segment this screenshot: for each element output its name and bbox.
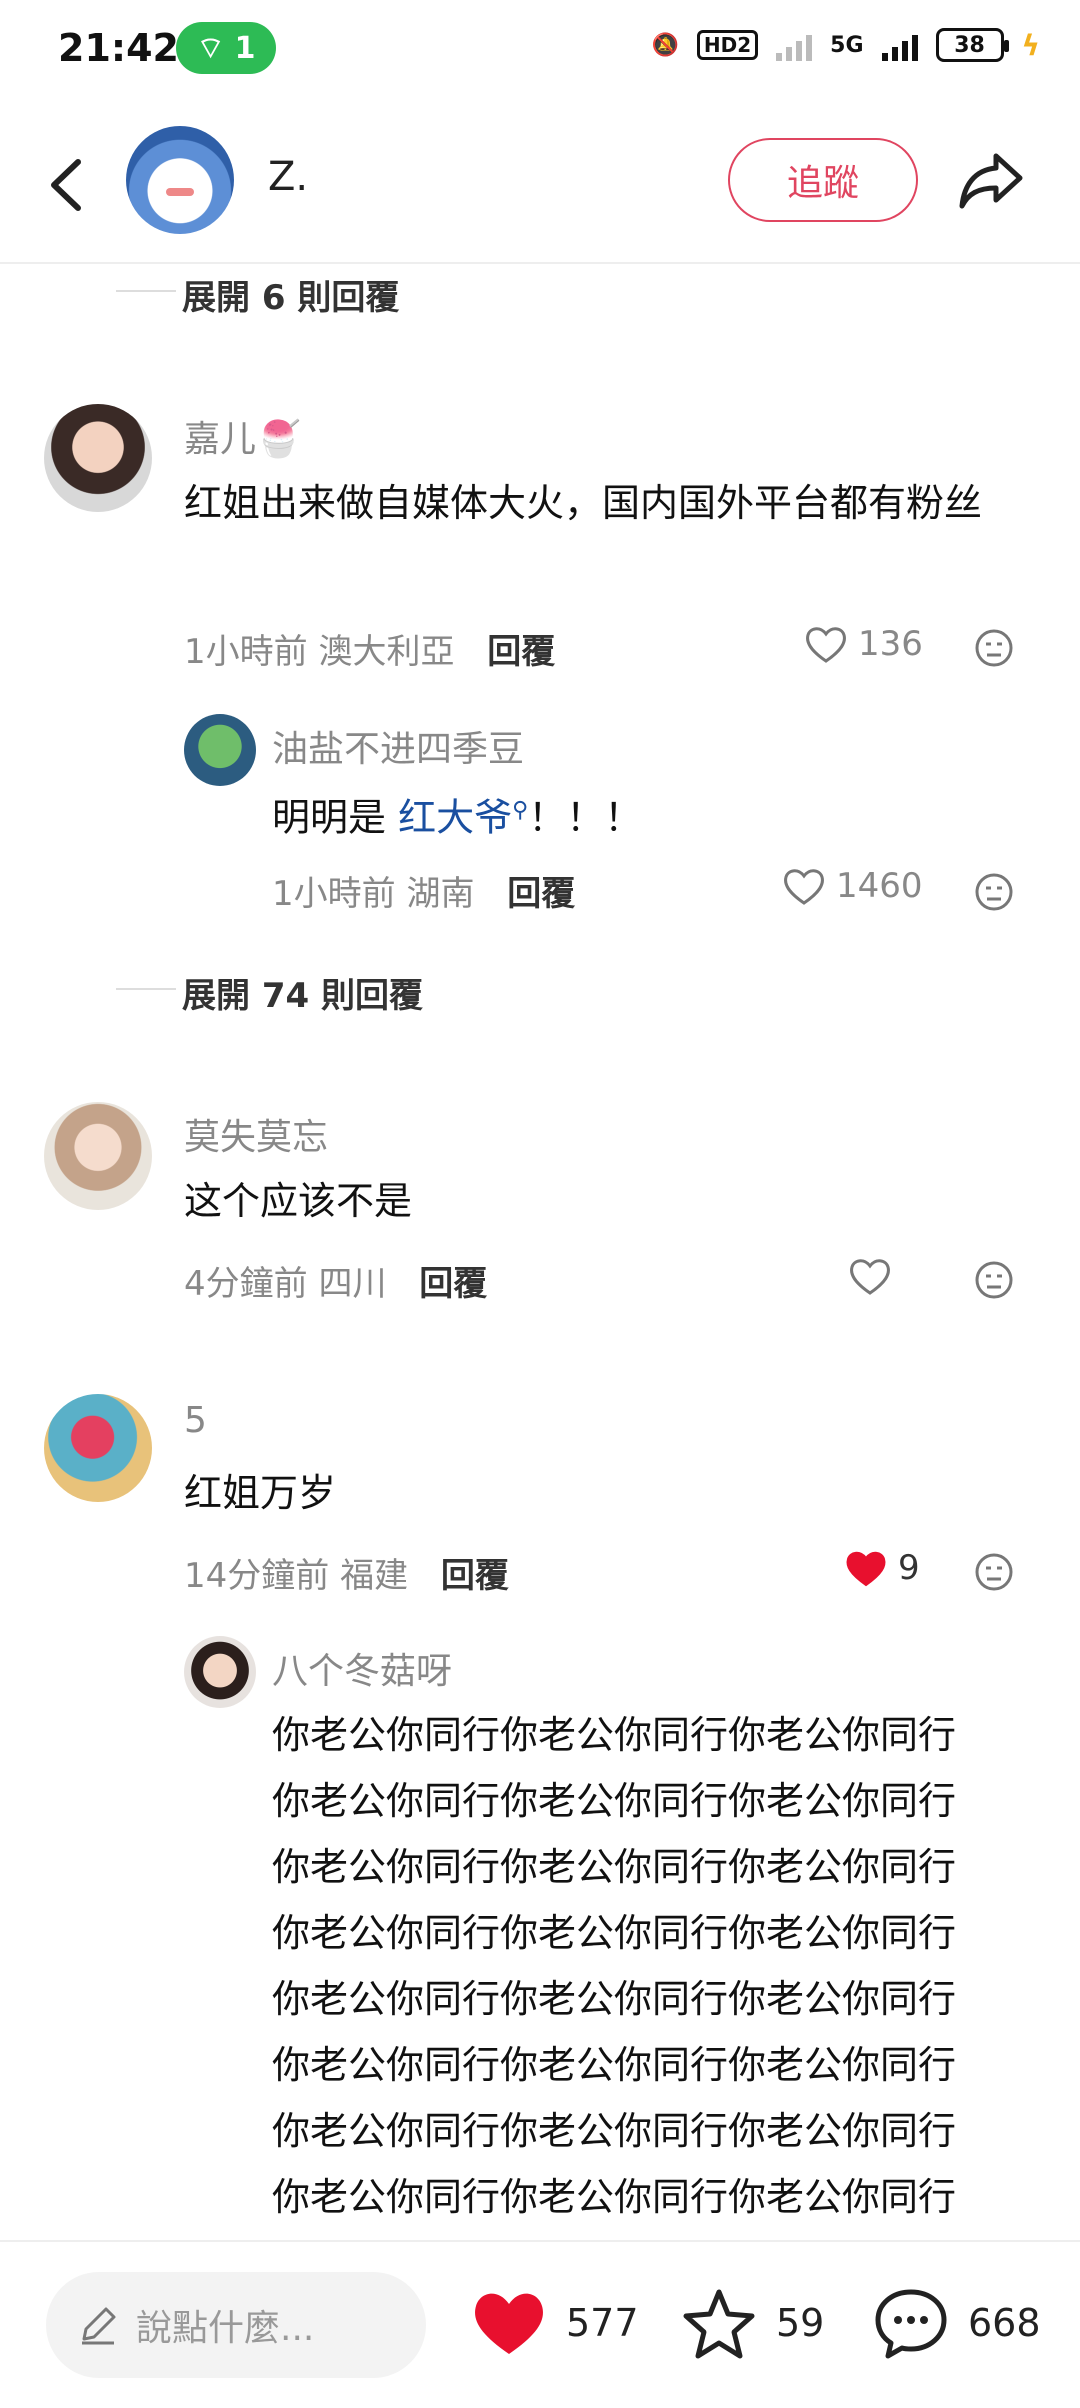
like-button[interactable]: 136 — [804, 624, 923, 664]
reply-location: 湖南 — [406, 874, 475, 914]
charging-icon: ϟ — [1021, 28, 1040, 62]
reply-text-line: 你老公你同行你老公你同行你老公你同行 — [272, 1911, 957, 1955]
heart-filled-icon — [846, 1551, 886, 1587]
comment-meta: 1小時前 澳大利亞 回覆 — [184, 624, 555, 673]
post-favorite-count: 59 — [776, 2301, 825, 2345]
comment-location: 福建 — [340, 1556, 409, 1596]
author-name[interactable]: Z. — [268, 154, 308, 200]
heart-outline-icon — [784, 869, 824, 905]
heart-outline-icon — [806, 627, 846, 663]
hd-badge: HD2 — [696, 30, 759, 60]
network-label: 5G — [830, 32, 864, 58]
reply-text[interactable]: 明明是 红大爷⚲！！！ — [272, 778, 642, 851]
star-outline-icon — [683, 2289, 755, 2359]
reply-meta: 1小時前 湖南 回覆 — [272, 866, 575, 915]
reply-button[interactable]: 回覆 — [487, 632, 555, 672]
comment-input[interactable]: 說點什麼... — [46, 2272, 426, 2378]
commenter-avatar[interactable] — [44, 1394, 152, 1502]
expand-replies-button[interactable]: 展開 74 則回覆 — [116, 968, 423, 1017]
comment-meta: 4分鐘前 四川 回覆 — [184, 1256, 487, 1305]
comment-location: 四川 — [318, 1264, 387, 1304]
replier-name[interactable]: 八个冬菇呀 — [272, 1642, 452, 1694]
reply-text-line: 你老公你同行你老公你同行你老公你同行 — [272, 1845, 957, 1889]
commenter-name[interactable]: 莫失莫忘 — [184, 1108, 328, 1160]
post-comment-count: 668 — [968, 2301, 1041, 2345]
commenter-avatar[interactable] — [44, 1102, 152, 1210]
comment-meta: 14分鐘前 福建 回覆 — [184, 1548, 509, 1597]
hashtag-link[interactable]: 红大爷 — [398, 796, 512, 840]
post-comment-button[interactable]: 668 — [872, 2286, 1041, 2360]
expand-replies-label: 展開 74 則回覆 — [182, 976, 423, 1016]
comment-input-placeholder: 說點什麼... — [136, 2308, 315, 2349]
battery-icon: 38 — [935, 28, 1009, 62]
dislike-face-icon[interactable] — [974, 1552, 1014, 1592]
status-bar: 21:42 ⌔ 1 🔕 HD2 5G 38 ϟ — [0, 0, 1080, 100]
post-favorite-button[interactable]: 59 — [680, 2286, 824, 2360]
reply-text-line: 你老公你同行你老公你同行你老公你同行 — [272, 2109, 957, 2153]
like-count: 136 — [858, 624, 923, 664]
dislike-face-icon[interactable] — [974, 872, 1014, 912]
hotspot-badge: ⌔ 1 — [176, 22, 276, 74]
commenter-name[interactable]: 5 — [184, 1400, 207, 1441]
dislike-face-icon[interactable] — [974, 1260, 1014, 1300]
back-arrow-icon[interactable] — [38, 150, 98, 220]
heart-outline-icon — [850, 1259, 890, 1295]
mute-bell-icon: 🔕 — [651, 32, 679, 58]
status-icons: 🔕 HD2 5G 38 ϟ — [651, 28, 1040, 62]
reply-button[interactable]: 回覆 — [441, 1556, 509, 1596]
comment-bubble-icon — [875, 2289, 947, 2359]
reply-text-prefix: 明明是 — [272, 795, 399, 840]
reply-text-line: 你老公你同行你老公你同行你老公你同行 — [272, 1977, 957, 2021]
reply-text-line: 你老公你同行你老公你同行你老公你同行 — [272, 1713, 957, 1757]
reply-time: 1小時前 — [272, 874, 396, 914]
status-time: 21:42 — [58, 26, 179, 70]
author-avatar[interactable] — [126, 126, 234, 234]
like-count: 1460 — [836, 866, 923, 906]
post-like-count: 577 — [566, 2301, 639, 2345]
pencil-icon — [82, 2307, 116, 2345]
reply-text-suffix: ！！！ — [528, 795, 643, 840]
expand-replies-button[interactable]: 展開 6 則回覆 — [115, 270, 400, 319]
comment-text[interactable]: 红姐万岁 — [184, 1460, 336, 1526]
search-icon: ⚲ — [512, 798, 529, 823]
post-like-button[interactable]: 577 — [470, 2286, 639, 2360]
heart-filled-icon — [475, 2293, 543, 2354]
reply-text[interactable]: 你老公你同行你老公你同行你老公你同行 你老公你同行你老公你同行你老公你同行 你老… — [272, 1702, 956, 2230]
post-header: Z. 追蹤 — [0, 110, 1080, 264]
comment-time: 4分鐘前 — [184, 1264, 308, 1304]
reply-button[interactable]: 回覆 — [507, 874, 575, 914]
reply-text-line: 你老公你同行你老公你同行你老公你同行 — [272, 2175, 957, 2219]
battery-level: 38 — [954, 32, 985, 58]
like-button[interactable]: 1460 — [782, 866, 923, 906]
share-icon[interactable] — [956, 148, 1026, 214]
comment-text[interactable]: 这个应该不是 — [184, 1168, 412, 1234]
expand-replies-label: 展開 6 則回覆 — [182, 278, 400, 318]
hotspot-count: 1 — [234, 30, 256, 66]
comment-time: 1小時前 — [184, 632, 308, 672]
reply-text-line: 你老公你同行你老公你同行你老公你同行 — [272, 2043, 957, 2087]
comment-text[interactable]: 红姐出来做自媒体大火，国内国外平台都有粉丝 — [184, 470, 1034, 536]
commenter-name[interactable]: 嘉儿🍧 — [184, 410, 301, 462]
signal-1-icon — [776, 29, 813, 61]
replier-name[interactable]: 油盐不进四季豆 — [272, 720, 524, 772]
signal-2-icon — [881, 29, 918, 61]
dislike-face-icon[interactable] — [974, 628, 1014, 668]
bottom-action-bar: 說點什麼... 577 59 668 — [0, 2240, 1080, 2408]
comment-location: 澳大利亞 — [318, 632, 455, 672]
comment-time: 14分鐘前 — [184, 1556, 330, 1596]
hotspot-icon: ⌔ — [196, 31, 225, 66]
like-button[interactable] — [848, 1256, 892, 1296]
follow-button[interactable]: 追蹤 — [728, 138, 918, 222]
commenter-avatar[interactable] — [44, 404, 152, 512]
replier-avatar[interactable] — [184, 1636, 256, 1708]
reply-button[interactable]: 回覆 — [419, 1264, 487, 1304]
replier-avatar[interactable] — [184, 714, 256, 786]
reply-text-line: 你老公你同行你老公你同行你老公你同行 — [272, 1779, 957, 1823]
like-count: 9 — [898, 1548, 920, 1588]
like-button[interactable]: 9 — [844, 1548, 920, 1588]
